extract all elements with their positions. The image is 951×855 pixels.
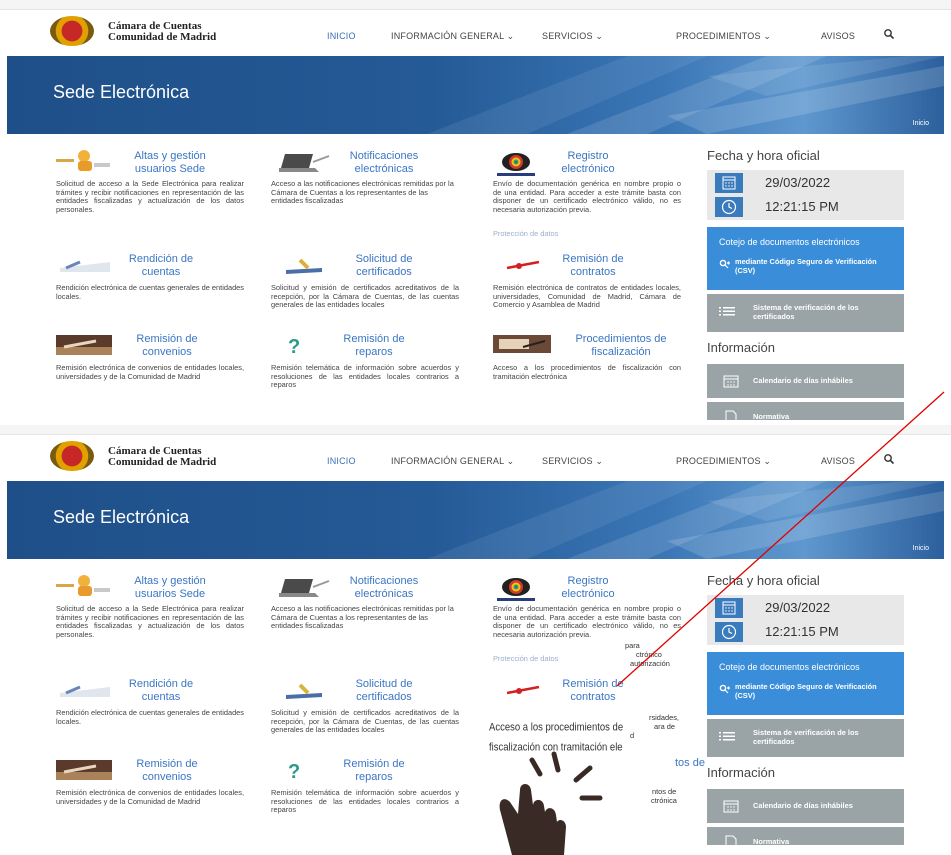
pointer-cursor-icon bbox=[499, 751, 603, 855]
annotation-arrow-line bbox=[616, 391, 945, 687]
